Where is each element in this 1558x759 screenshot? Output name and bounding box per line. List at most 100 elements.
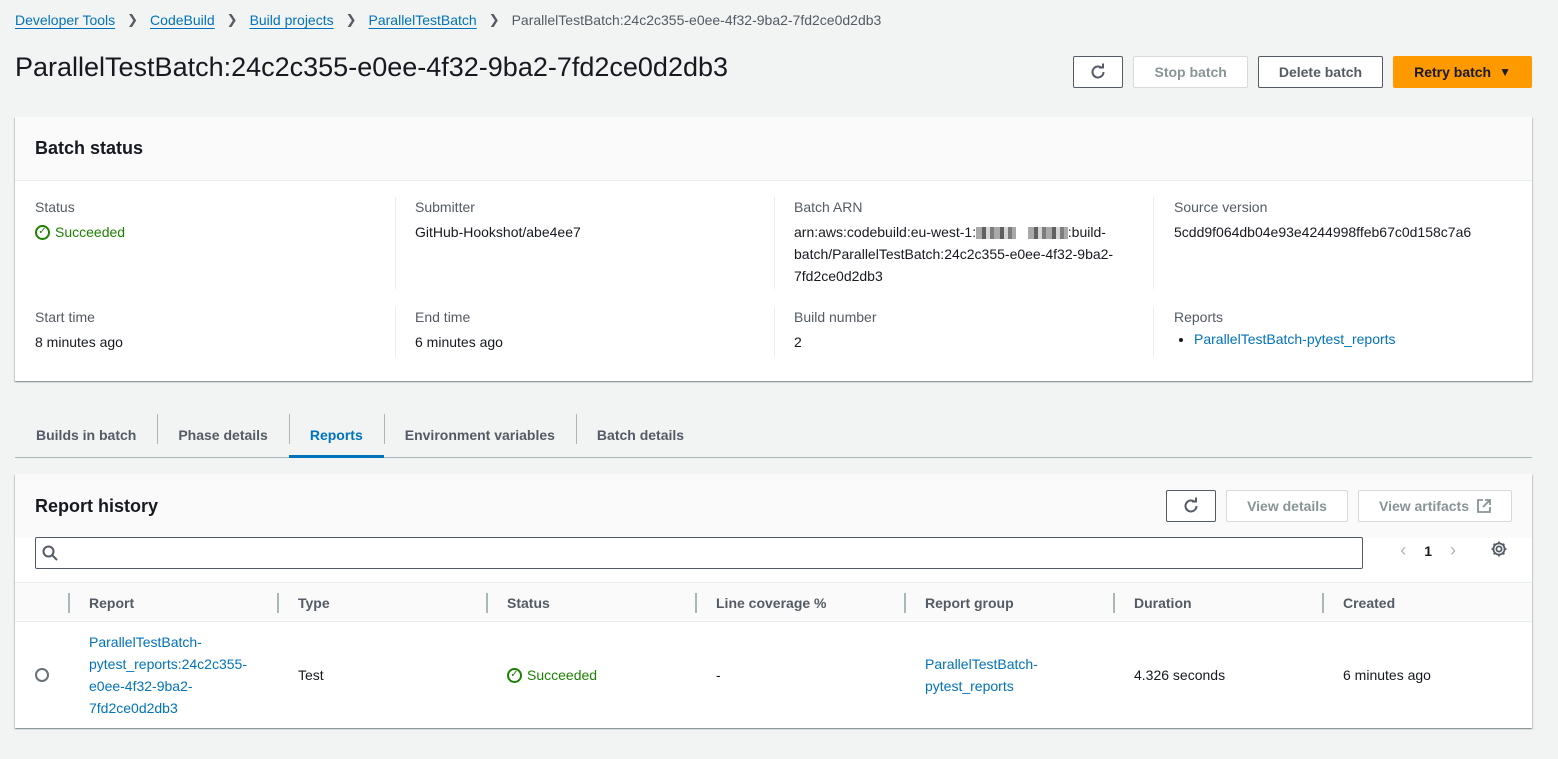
column-header-type[interactable]: Type xyxy=(298,583,330,623)
reports-label: Reports xyxy=(1174,309,1224,325)
status-label: Status xyxy=(35,199,75,215)
report-link[interactable]: ParallelTestBatch- pytest_reports:24c2c3… xyxy=(89,634,247,716)
tab-batch-details[interactable]: Batch details xyxy=(575,412,705,457)
pagination: ‹ 1 › xyxy=(1400,540,1456,561)
column-header-report[interactable]: Report xyxy=(89,583,134,623)
redacted-account-id xyxy=(1027,227,1068,240)
start-time-value: 8 minutes ago xyxy=(35,334,123,350)
row-status-badge: ✓ Succeeded xyxy=(507,664,597,686)
divider xyxy=(1153,197,1154,289)
report-group-link[interactable]: ParallelTestBatch-pytest_reports xyxy=(1194,331,1396,347)
reports-field: Reports ParallelTestBatch-pytest_reports xyxy=(1174,309,1534,347)
submitter-value: GitHub-Hookshot/abe4ee7 xyxy=(415,224,581,240)
refresh-icon xyxy=(1091,63,1105,79)
tab-bar: Builds in batch Phase details Reports En… xyxy=(15,412,1532,458)
line-coverage-cell: - xyxy=(716,667,721,683)
redacted-account-id xyxy=(976,227,1017,240)
report-table: Report Type Status Line coverage % Repor… xyxy=(15,582,1532,728)
build-number-value: 2 xyxy=(794,334,802,350)
tab-reports[interactable]: Reports xyxy=(288,412,384,458)
tab-environment-variables[interactable]: Environment variables xyxy=(383,412,576,457)
end-time-value: 6 minutes ago xyxy=(415,334,503,350)
chevron-right-icon: ❯ xyxy=(345,12,357,27)
column-divider xyxy=(486,593,488,613)
source-version-label: Source version xyxy=(1174,199,1268,215)
retry-batch-label: Retry batch xyxy=(1414,64,1492,80)
search-box xyxy=(35,537,1363,569)
column-divider xyxy=(904,593,906,613)
batch-arn-value: arn:aws:codebuild:eu-west-1: :build- bat… xyxy=(794,221,1139,287)
table-row: ParallelTestBatch- pytest_reports:24c2c3… xyxy=(15,622,1532,728)
arn-part: 7fd2ce0d2db3 xyxy=(794,268,883,284)
chevron-right-icon: ❯ xyxy=(226,12,238,27)
report-link-text: e0ee-4f32-9ba2- xyxy=(89,678,193,694)
breadcrumb: Developer Tools ❯ CodeBuild ❯ Build proj… xyxy=(15,12,881,28)
created-cell: 6 minutes ago xyxy=(1343,667,1431,683)
column-header-status[interactable]: Status xyxy=(507,583,550,623)
report-link-text: 7fd2ce0d2db3 xyxy=(89,700,178,716)
column-header-report-group[interactable]: Report group xyxy=(925,583,1014,623)
type-cell: Test xyxy=(298,667,324,683)
status-field: Status ✓ Succeeded xyxy=(35,199,395,243)
breadcrumb-codebuild[interactable]: CodeBuild xyxy=(150,12,215,28)
chevron-right-icon: ❯ xyxy=(488,12,500,27)
status-badge: ✓ Succeeded xyxy=(35,221,125,243)
row-select-radio[interactable] xyxy=(35,668,49,682)
report-history-title: Report history xyxy=(35,495,159,516)
tab-builds-in-batch[interactable]: Builds in batch xyxy=(15,412,157,457)
page-number[interactable]: 1 xyxy=(1424,543,1432,559)
report-group-text: pytest_reports xyxy=(925,678,1014,694)
submitter-label: Submitter xyxy=(415,199,475,215)
build-number-field: Build number 2 xyxy=(794,309,1154,353)
divider xyxy=(395,307,396,357)
search-icon xyxy=(42,545,58,561)
chevron-right-icon: ❯ xyxy=(127,12,139,27)
arn-part: batch/ParallelTestBatch:24c2c355-e0ee-4f… xyxy=(794,246,1114,262)
batch-status-panel: Batch status Status ✓ Succeeded Submitte… xyxy=(15,117,1532,381)
caret-down-icon: ▼ xyxy=(1499,65,1511,79)
column-divider xyxy=(1113,593,1115,613)
batch-status-title: Batch status xyxy=(35,138,144,158)
refresh-reports-button[interactable] xyxy=(1166,490,1217,522)
breadcrumb-developer-tools[interactable]: Developer Tools xyxy=(15,12,115,28)
submitter-field: Submitter GitHub-Hookshot/abe4ee7 xyxy=(415,199,775,243)
breadcrumb-project[interactable]: ParallelTestBatch xyxy=(369,12,477,28)
start-time-field: Start time 8 minutes ago xyxy=(35,309,395,353)
column-header-line-coverage[interactable]: Line coverage % xyxy=(716,583,827,623)
column-header-created[interactable]: Created xyxy=(1343,583,1395,623)
retry-batch-button[interactable]: Retry batch ▼ xyxy=(1393,56,1532,88)
arn-part: arn:aws:codebuild:eu-west-1: xyxy=(794,224,977,240)
divider xyxy=(395,197,396,289)
breadcrumb-current: ParallelTestBatch:24c2c355-e0ee-4f32-9ba… xyxy=(511,12,882,28)
search-input[interactable] xyxy=(58,539,1362,567)
column-divider xyxy=(68,593,70,613)
external-link-icon xyxy=(1477,499,1491,513)
end-time-label: End time xyxy=(415,309,471,325)
view-details-button[interactable]: View details xyxy=(1226,490,1348,522)
tab-phase-details[interactable]: Phase details xyxy=(157,412,289,457)
page-title: ParallelTestBatch:24c2c355-e0ee-4f32-9ba… xyxy=(15,52,729,82)
refresh-icon xyxy=(1184,497,1198,513)
list-item: ParallelTestBatch-pytest_reports xyxy=(1194,331,1534,347)
report-link-text: ParallelTestBatch- xyxy=(89,634,202,650)
column-divider xyxy=(277,593,279,613)
delete-batch-button[interactable]: Delete batch xyxy=(1257,56,1384,88)
report-group-row-link[interactable]: ParallelTestBatch- pytest_reports xyxy=(925,656,1038,694)
arn-part: :build- xyxy=(1067,224,1106,240)
reports-list: ParallelTestBatch-pytest_reports xyxy=(1174,331,1534,347)
report-history-panel: Report history View details View artifac… xyxy=(15,474,1532,728)
header-actions: Stop batch Delete batch Retry batch ▼ xyxy=(1073,56,1532,88)
column-header-duration[interactable]: Duration xyxy=(1134,583,1192,623)
report-group-text: ParallelTestBatch- xyxy=(925,656,1038,672)
view-artifacts-label: View artifacts xyxy=(1378,498,1469,514)
refresh-button[interactable] xyxy=(1073,56,1124,88)
stop-batch-button[interactable]: Stop batch xyxy=(1133,56,1248,88)
gear-icon[interactable] xyxy=(1490,540,1508,561)
status-value: Succeeded xyxy=(55,224,126,240)
batch-arn-label: Batch ARN xyxy=(794,199,863,215)
angle-right-icon[interactable]: › xyxy=(1450,540,1456,561)
view-artifacts-button[interactable]: View artifacts xyxy=(1357,490,1512,522)
page: Developer Tools ❯ CodeBuild ❯ Build proj… xyxy=(0,0,1558,759)
angle-left-icon[interactable]: ‹ xyxy=(1400,540,1406,561)
breadcrumb-build-projects[interactable]: Build projects xyxy=(250,12,334,28)
